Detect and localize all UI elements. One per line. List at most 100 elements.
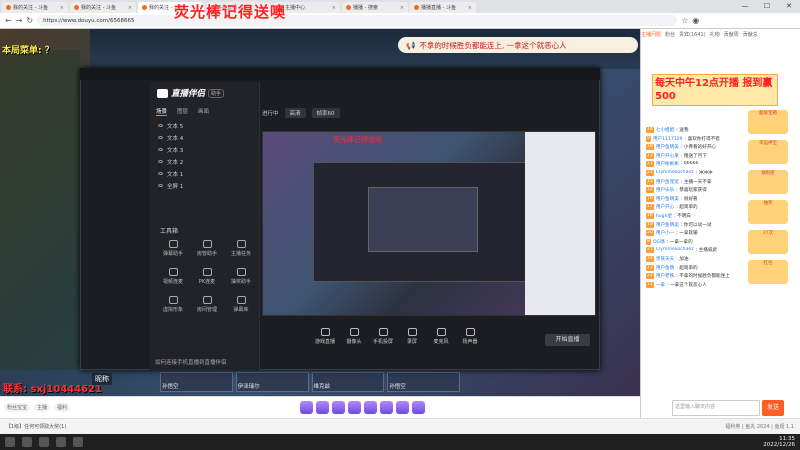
close-window-button[interactable]: ✕ xyxy=(778,0,800,13)
toolbox-item[interactable]: PK连麦 xyxy=(192,268,222,292)
fps-select[interactable]: 帧率60 xyxy=(311,108,340,118)
chat-username[interactable]: Clymmekochaez xyxy=(656,170,694,176)
activity-badge[interactable]: 抽奖 xyxy=(748,200,788,224)
minimize-button[interactable]: — xyxy=(734,0,756,13)
tab-close-icon[interactable]: × xyxy=(128,5,132,11)
chat-username[interactable]: 用户鱼晴 xyxy=(656,265,674,271)
gift-bar-pill[interactable]: 主播 xyxy=(34,403,51,412)
chat-message[interactable]: 20 用户小一: 一拿就输 xyxy=(646,230,746,237)
reload-icon[interactable]: ↻ xyxy=(26,16,33,25)
scene-item[interactable]: 文本 3 xyxy=(158,144,253,155)
scene-item[interactable]: 文本 1 xyxy=(158,168,253,179)
chat-tab[interactable]: 粉丝 xyxy=(665,31,675,38)
gift-icon[interactable] xyxy=(380,401,393,414)
visibility-eye-icon[interactable] xyxy=(158,148,163,151)
toolbox-item[interactable]: 虚拟形象 xyxy=(158,296,188,320)
hero-card[interactable]: 伊泽瑞尔 xyxy=(235,372,309,392)
forward-icon[interactable]: → xyxy=(16,16,23,25)
toolbox-item[interactable]: 房间管理 xyxy=(192,296,222,320)
chat-username[interactable]: 一拿 xyxy=(656,282,665,288)
gift-icon[interactable] xyxy=(396,401,409,414)
sidebar-tab[interactable]: 画面 xyxy=(198,107,209,116)
chat-username[interactable]: 用户开心 xyxy=(656,204,674,210)
toolbox-item[interactable]: 弹幕库 xyxy=(226,296,256,320)
chat-username[interactable]: 用户鱼宠宠 xyxy=(656,179,679,185)
chat-message[interactable]: 13 用户鱼晴: 超简单的 xyxy=(646,264,746,271)
sidebar-tab[interactable]: 图层 xyxy=(177,107,188,116)
star-icon[interactable]: ☆ xyxy=(681,16,688,25)
tab-close-icon[interactable]: × xyxy=(60,5,64,11)
chat-username[interactable]: 七小姐姐 xyxy=(656,127,674,133)
chat-username[interactable]: 用户1117129 xyxy=(653,136,683,142)
source-control[interactable]: 手机投屏 xyxy=(373,328,393,345)
gift-bar-pill[interactable]: 福利 xyxy=(54,403,71,412)
visibility-eye-icon[interactable] xyxy=(158,124,163,127)
sidebar-tab[interactable]: 场景 xyxy=(156,107,168,116)
chat-username[interactable]: 用户鱼晴美 xyxy=(656,222,679,228)
activity-badge[interactable]: 37次 xyxy=(748,230,788,254)
chat-message[interactable]: 14 七小姐姐: 送我 xyxy=(646,127,746,133)
chat-message[interactable]: 8 OG晴: 一拿一拿的 xyxy=(646,238,746,245)
chat-message[interactable]: 19 用户鱼晴美: 你可以试一试 xyxy=(646,221,746,228)
chat-username[interactable]: 用户乐乐 xyxy=(656,187,674,193)
activity-badge[interactable]: 福利屋 xyxy=(748,170,788,194)
scene-item[interactable]: 文本 5 xyxy=(158,120,253,131)
start-menu-icon[interactable] xyxy=(5,437,15,447)
chat-username[interactable]: hugh星 xyxy=(656,213,672,219)
gift-icon[interactable] xyxy=(412,401,425,414)
chat-message[interactable]: 22 用户老铁: 不拿的时候胜负都能连上 xyxy=(646,273,746,280)
quality-select[interactable]: 高清 xyxy=(284,108,306,118)
gift-icon[interactable] xyxy=(332,401,345,414)
chat-tab[interactable]: 贵宾(1641) xyxy=(679,31,706,38)
chat-message[interactable]: 16 hugh星: 不明白 xyxy=(646,212,746,219)
activity-badge[interactable]: 超级宝箱 xyxy=(748,110,788,134)
browser-tab[interactable]: 我的关注 - 斗鱼 × xyxy=(70,2,136,13)
tab-close-icon[interactable]: × xyxy=(400,5,404,11)
task-note[interactable]: 【1级】任何可领取大奖(1) xyxy=(6,423,66,430)
app-icon[interactable] xyxy=(73,437,83,447)
toolbox-item[interactable]: 主播任务 xyxy=(226,240,256,264)
visibility-eye-icon[interactable] xyxy=(158,160,163,163)
browser-icon[interactable] xyxy=(56,437,66,447)
chat-message[interactable]: 13 用户开心果: 赠送了月下 xyxy=(646,152,746,159)
chat-tab[interactable]: 贡献周 xyxy=(724,31,739,38)
chat-username[interactable]: Clymmekochaez xyxy=(656,247,694,253)
chat-username[interactable]: 用户小一 xyxy=(656,230,674,236)
chat-message[interactable]: 18 用户鱼晴美: 小青看的好开心 xyxy=(646,144,746,151)
chat-message[interactable]: 10 用户鱼晴美: 很好看 xyxy=(646,195,746,202)
visibility-eye-icon[interactable] xyxy=(158,184,163,187)
toolbox-item[interactable]: 抽奖助手 xyxy=(226,268,256,292)
source-control[interactable]: 录屏 xyxy=(402,328,422,345)
help-tip[interactable]: 如何连接手机直播到直播伴侣 xyxy=(155,358,227,366)
gift-icon[interactable] xyxy=(300,401,313,414)
gift-icon[interactable] xyxy=(316,401,329,414)
app-version-badge[interactable]: 助手 xyxy=(208,88,225,98)
chat-message[interactable]: 12 用户乐乐: 恭喜玩家获得 xyxy=(646,187,746,194)
chat-username[interactable]: 用户老铁 xyxy=(656,273,674,279)
chat-message[interactable]: 11 一拿: 一拿这个就恶心人 xyxy=(646,281,746,288)
chat-username[interactable]: OG晴 xyxy=(653,239,665,245)
visibility-eye-icon[interactable] xyxy=(158,136,163,139)
url-field[interactable]: https://www.douyu.com/6568665 xyxy=(37,15,678,26)
gift-bar-pill[interactable]: 粉丝宝宝 xyxy=(4,403,31,412)
gift-icon[interactable] xyxy=(364,401,377,414)
search-icon[interactable] xyxy=(22,437,32,447)
toolbox-item[interactable]: 弹幕助手 xyxy=(158,240,188,264)
back-icon[interactable]: ← xyxy=(5,16,12,25)
chat-message[interactable]: 17 用户开心: 超简单的 xyxy=(646,204,746,211)
preview-canvas[interactable]: 荧光棒记得送噢 xyxy=(262,131,596,316)
scene-item[interactable]: 全屏 1 xyxy=(158,180,253,191)
source-control[interactable]: 扬声器 xyxy=(460,328,480,345)
activity-badge[interactable]: 红包 xyxy=(748,260,788,284)
chat-tab[interactable]: 礼物 xyxy=(710,31,720,38)
browser-tab[interactable]: 我的关注 - 斗鱼 × xyxy=(2,2,68,13)
chat-input[interactable]: 这里输入聊天内容 xyxy=(672,400,760,416)
chat-message[interactable]: 21 Clymmekochaez: 冲冲冲 xyxy=(646,169,746,176)
hero-card[interactable]: 维克兹 xyxy=(311,372,385,392)
chat-username[interactable]: 贵族天天 xyxy=(656,256,674,262)
source-control[interactable]: 游戏直播 xyxy=(315,328,335,345)
chat-tab[interactable]: 贡献总 xyxy=(743,31,758,38)
hero-card[interactable]: 孙悟空 xyxy=(387,372,460,392)
send-button[interactable]: 发送 xyxy=(762,400,784,416)
chat-username[interactable]: 用户彬彬彬 xyxy=(656,161,679,167)
